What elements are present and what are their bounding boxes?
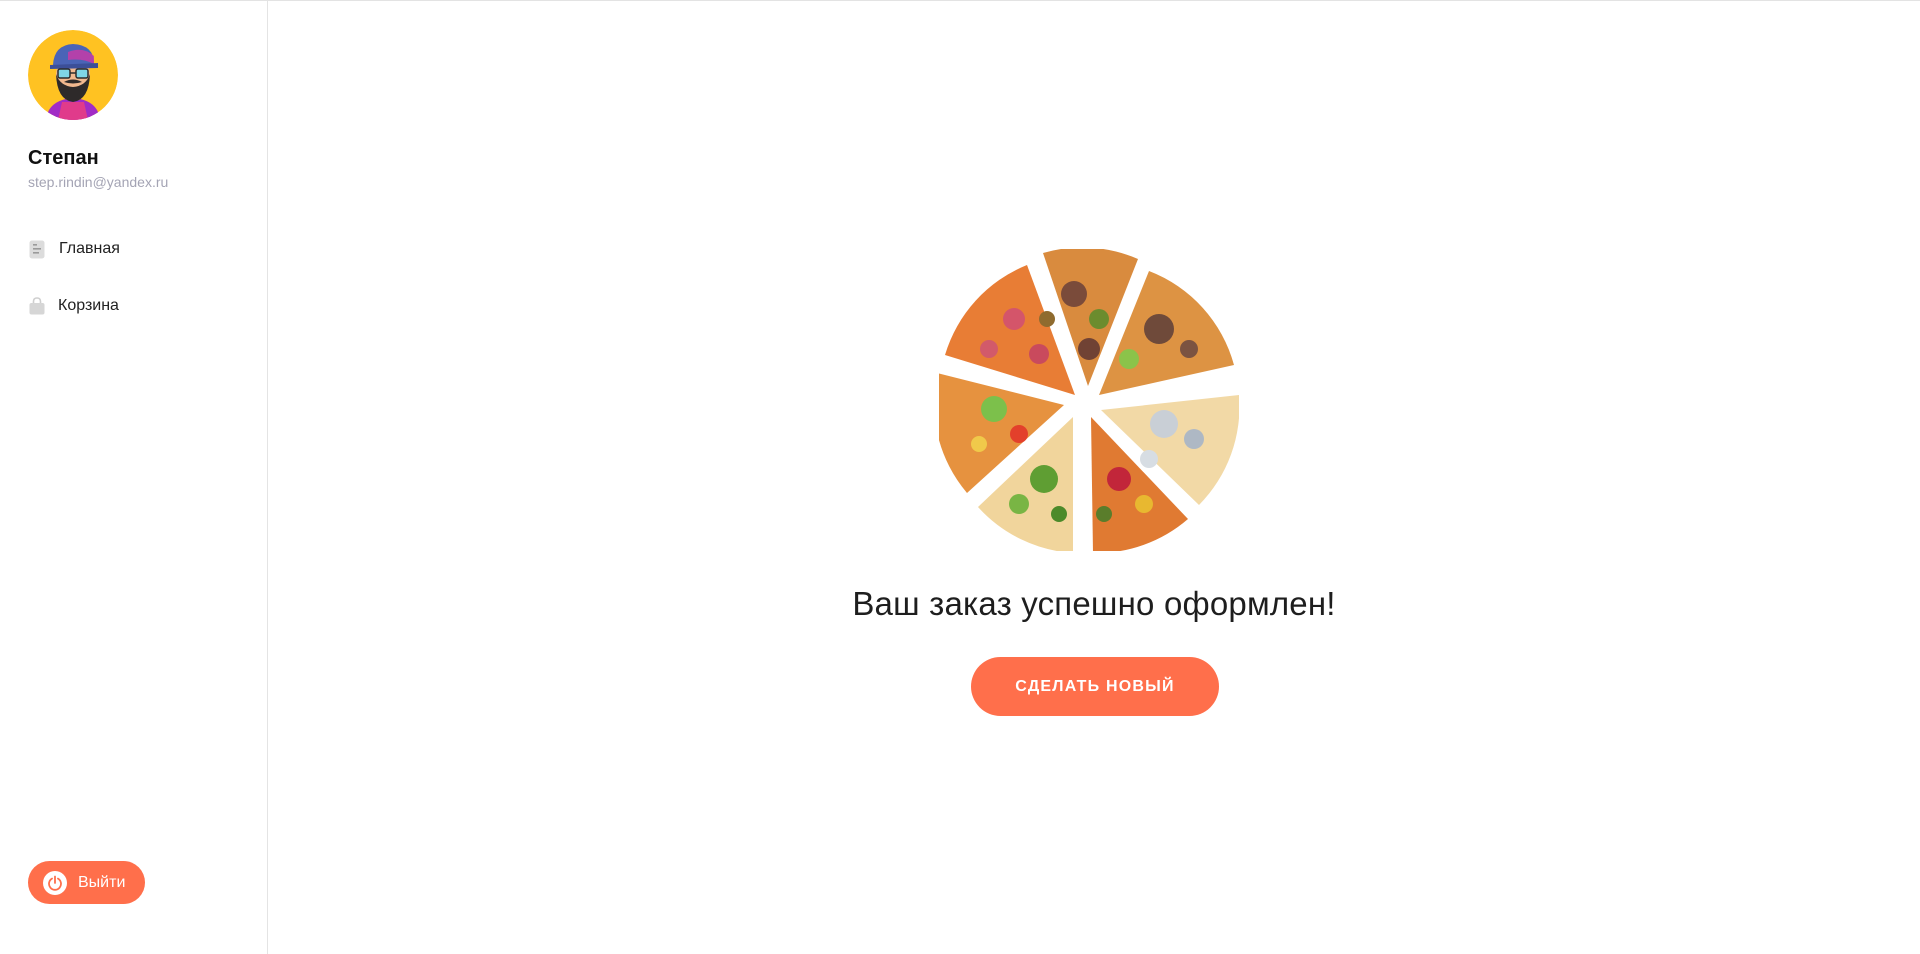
sidebar-item-label: Главная xyxy=(59,240,120,257)
user-email: step.rindin@yandex.ru xyxy=(28,174,169,190)
new-order-button[interactable]: СДЕЛАТЬ НОВЫЙ xyxy=(971,657,1219,716)
user-name: Степан xyxy=(28,147,99,169)
pizza-image xyxy=(933,247,1240,554)
app-root: Степан step.rindin@yandex.ru Главная Кор… xyxy=(0,0,1920,954)
sidebar: Степан step.rindin@yandex.ru Главная Кор… xyxy=(0,1,268,954)
sidebar-item-home[interactable]: Главная xyxy=(28,237,120,261)
logout-label: Выйти xyxy=(78,873,126,891)
shopping-bag-icon xyxy=(28,296,46,316)
main-content: Ваш заказ успешно оформлен! СДЕЛАТЬ НОВЫ… xyxy=(268,1,1920,954)
sidebar-item-cart[interactable]: Корзина xyxy=(28,294,119,318)
bearded-man-avatar-icon xyxy=(28,30,118,120)
power-icon xyxy=(43,870,67,895)
document-list-icon xyxy=(28,239,46,259)
avatar[interactable] xyxy=(28,30,118,120)
success-message: Ваш заказ успешно оформлен! xyxy=(852,585,1336,622)
logout-button[interactable]: Выйти xyxy=(28,861,145,904)
sidebar-item-label: Корзина xyxy=(58,297,119,314)
